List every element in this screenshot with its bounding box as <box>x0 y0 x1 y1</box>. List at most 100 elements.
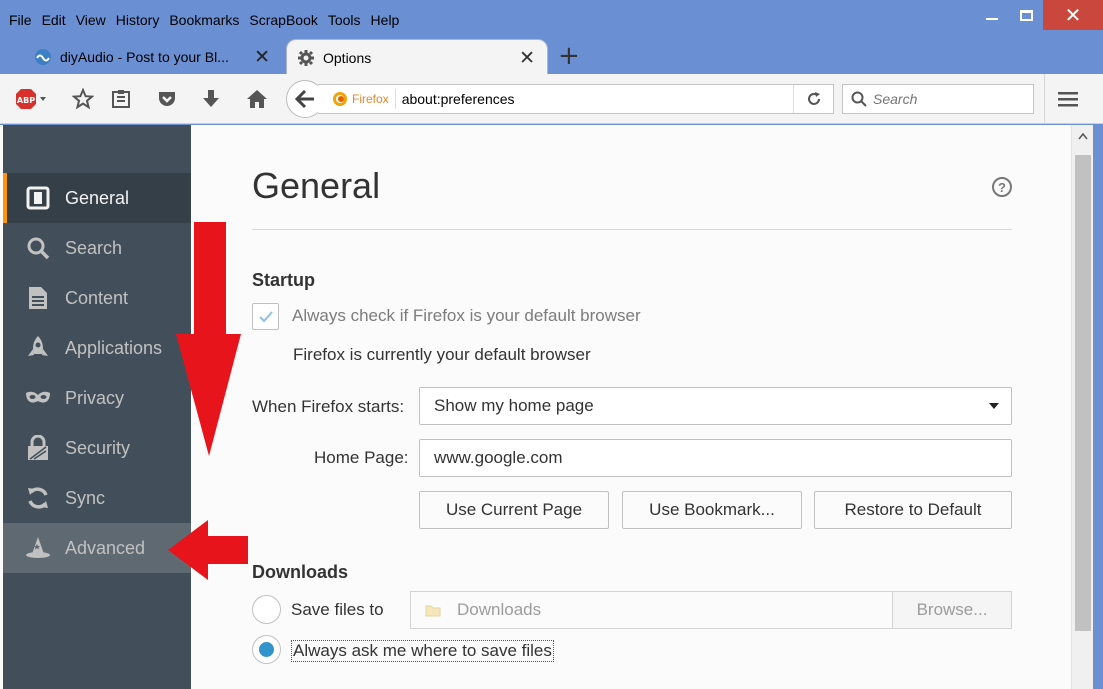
menu-file[interactable]: File <box>4 12 37 28</box>
always-ask-radio[interactable] <box>252 635 281 664</box>
menu-view[interactable]: View <box>71 12 111 28</box>
window-border <box>1093 125 1103 689</box>
save-files-label: Save files to <box>291 600 384 619</box>
help-icon[interactable]: ? <box>992 177 1012 197</box>
firefox-logo-icon <box>333 92 347 106</box>
always-ask-label: Always ask me where to save files <box>291 640 554 662</box>
sidebar-item-general[interactable]: General <box>3 173 191 223</box>
general-icon <box>23 183 53 213</box>
svg-text:ABP: ABP <box>17 96 35 105</box>
sidebar-item-sync[interactable]: Sync <box>3 473 191 523</box>
save-files-radio[interactable] <box>252 595 281 624</box>
vertical-scrollbar[interactable] <box>1071 125 1093 689</box>
scrollbar-thumb[interactable] <box>1075 155 1091 631</box>
sidebar-item-label: General <box>65 187 130 208</box>
security-lock-icon <box>23 433 53 463</box>
home-page-value: www.google.com <box>434 448 563 467</box>
tab-options[interactable]: Options ✕ <box>286 39 548 75</box>
default-browser-status: Firefox is currently your default browse… <box>293 345 591 364</box>
home-page-input[interactable]: www.google.com <box>419 439 1012 477</box>
tab-title: diyAudio - Post to your Bl... <box>60 49 229 65</box>
open-menu-button[interactable] <box>1044 74 1090 124</box>
menu-edit[interactable]: Edit <box>37 12 71 28</box>
header-divider <box>252 229 1012 230</box>
when-starts-value: Show my home page <box>434 396 594 415</box>
home-page-label: Home Page: <box>314 448 409 467</box>
downloads-heading: Downloads <box>252 562 349 582</box>
nav-toolbar: ABP Firefox about:preferences <box>0 74 1103 124</box>
preferences-sidebar: General Search Content Applications Priv… <box>3 125 191 689</box>
sidebar-item-advanced[interactable]: Advanced <box>3 523 191 573</box>
adblock-plus-button[interactable]: ABP <box>14 86 50 112</box>
menu-help[interactable]: Help <box>366 12 405 28</box>
close-icon: ✕ <box>1064 3 1082 27</box>
home-icon[interactable] <box>244 86 270 112</box>
downloads-icon[interactable] <box>198 86 224 112</box>
browse-button[interactable]: Browse... <box>892 591 1012 629</box>
sidebar-item-search[interactable]: Search <box>3 223 191 273</box>
scroll-up-arrow-icon[interactable] <box>1072 125 1094 147</box>
default-browser-label: Always check if Firefox is your default … <box>292 306 641 325</box>
dropdown-caret-icon <box>989 403 999 409</box>
close-window-button[interactable]: ✕ <box>1043 0 1103 30</box>
sidebar-item-applications[interactable]: Applications <box>3 323 191 373</box>
default-browser-checkbox[interactable] <box>252 303 279 330</box>
pocket-icon[interactable] <box>154 86 180 112</box>
use-bookmark-button[interactable]: Use Bookmark... <box>622 491 802 529</box>
menu-scrapbook[interactable]: ScrapBook <box>244 12 322 28</box>
use-current-page-button[interactable]: Use Current Page <box>419 491 609 529</box>
menu-bookmarks[interactable]: Bookmarks <box>164 12 244 28</box>
red-annotation-left-arrow <box>168 520 248 580</box>
privacy-mask-icon <box>23 383 53 413</box>
sidebar-item-label: Search <box>65 237 123 258</box>
sidebar-item-security[interactable]: Security <box>3 423 191 473</box>
sidebar-item-content[interactable]: Content <box>3 273 191 323</box>
new-tab-button[interactable]: + <box>558 41 580 71</box>
site-identity[interactable]: Firefox <box>318 89 396 109</box>
search-bar[interactable] <box>842 84 1034 114</box>
sidebar-item-privacy[interactable]: Privacy <box>3 373 191 423</box>
tab-title: Options <box>323 49 372 66</box>
search-input[interactable] <box>873 91 1023 107</box>
close-tab-icon[interactable]: ✕ <box>519 47 535 70</box>
maximize-button[interactable] <box>1009 0 1043 30</box>
content-icon <box>23 283 53 313</box>
back-arrow-icon <box>294 89 314 109</box>
startup-heading: Startup <box>252 270 315 290</box>
download-folder-field: Downloads <box>410 591 894 629</box>
url-text: about:preferences <box>401 91 515 107</box>
minimize-button[interactable] <box>975 0 1009 30</box>
when-starts-select[interactable]: Show my home page <box>419 387 1012 425</box>
reload-icon <box>807 92 820 105</box>
close-tab-icon[interactable]: ✕ <box>254 46 270 69</box>
sidebar-item-label: Sync <box>65 487 106 508</box>
folder-icon <box>425 605 441 617</box>
download-folder-name: Downloads <box>457 600 542 619</box>
maximize-icon <box>1019 9 1033 21</box>
bookmark-star-icon[interactable] <box>70 86 96 112</box>
menu-history[interactable]: History <box>111 12 165 28</box>
sync-icon <box>23 483 53 513</box>
sidebar-item-label: Privacy <box>65 387 125 408</box>
sidebar-item-label: Advanced <box>65 537 146 558</box>
restore-default-button[interactable]: Restore to Default <box>814 491 1012 529</box>
tab-diyaudio[interactable]: diyAudio - Post to your Bl... ✕ <box>26 39 282 75</box>
search-icon <box>851 91 867 107</box>
red-annotation-down-arrow <box>176 222 241 456</box>
diyaudio-favicon-icon <box>34 48 52 66</box>
window-controls: ✕ <box>975 0 1103 32</box>
radio-selected-dot <box>259 642 274 657</box>
identity-label: Firefox <box>352 92 389 106</box>
menu-tools[interactable]: Tools <box>323 12 366 28</box>
url-bar[interactable]: Firefox about:preferences <box>318 84 834 114</box>
when-starts-label: When Firefox starts: <box>252 397 405 416</box>
reload-button[interactable] <box>793 85 833 113</box>
gear-icon <box>297 49 315 67</box>
search-icon <box>23 233 53 263</box>
bookmarks-menu-icon[interactable] <box>108 86 134 112</box>
browser-window: File Edit View History Bookmarks ScrapBo… <box>0 0 1103 689</box>
preferences-content: General Search Content Applications Priv… <box>0 125 1103 689</box>
sidebar-item-label: Content <box>65 287 129 308</box>
sidebar-item-label: Security <box>65 437 131 458</box>
minimize-icon <box>986 18 998 20</box>
